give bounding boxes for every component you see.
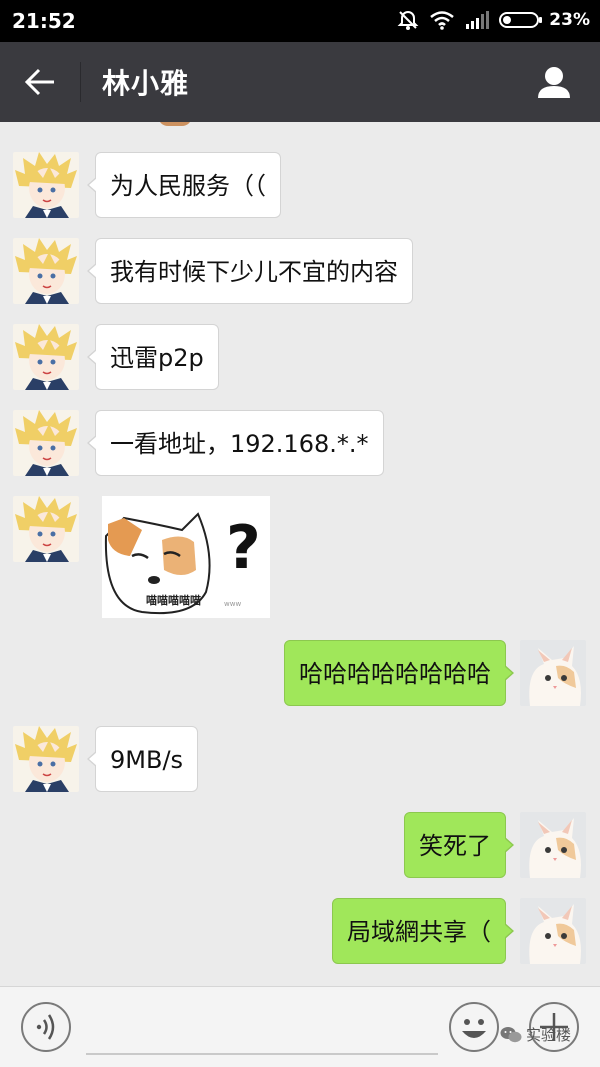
message-input[interactable] (86, 1053, 438, 1055)
svg-text:?: ? (226, 513, 261, 583)
message-text: 我有时候下少儿不宜的内容 (110, 258, 398, 286)
kitten-avatar-icon (520, 812, 586, 878)
svg-text:www: www (224, 600, 241, 608)
message-text: 笑死了 (419, 832, 491, 860)
message-text: 为人民服务（（ (110, 172, 266, 200)
my-avatar[interactable] (520, 812, 586, 878)
message-text: 迅雷p2p (110, 344, 204, 372)
message-list[interactable]: 为人民服务（（ 我有时候下少儿不宜的内容 迅雷p2p 一看地址，192.168.… (0, 122, 600, 986)
status-time: 21:52 (12, 9, 76, 33)
header-divider (80, 62, 81, 102)
anime-avatar-icon (13, 324, 79, 390)
contact-avatar[interactable] (13, 496, 79, 562)
anime-avatar-icon (13, 496, 79, 562)
anime-avatar-icon (13, 410, 79, 476)
wifi-icon (430, 11, 455, 30)
kitten-avatar-icon (520, 898, 586, 964)
message-bubble-outgoing[interactable]: 哈哈哈哈哈哈哈哈 (284, 640, 514, 706)
my-avatar[interactable] (520, 640, 586, 706)
contact-avatar[interactable] (13, 238, 79, 304)
my-avatar[interactable] (520, 898, 586, 964)
message-bubble-incoming[interactable]: 一看地址，192.168.*.* (87, 410, 384, 476)
sticker-caption: 喵喵喵喵喵 (146, 594, 201, 607)
message-bubble-incoming[interactable]: 9MB/s (86, 726, 199, 792)
message-text: 9MB/s (110, 746, 184, 774)
wechat-logo-icon (500, 1026, 522, 1042)
cut-off-sticker-fragment (158, 122, 192, 126)
message-bubble-incoming[interactable]: 为人民服务（（ (87, 152, 281, 218)
alarm-off-icon (397, 10, 419, 30)
chat-header: 林小雅 (0, 42, 600, 122)
kitten-avatar-icon (520, 640, 586, 706)
voice-input-icon[interactable] (20, 1001, 72, 1053)
battery-icon (499, 12, 543, 28)
message-text: 局域網共享（ (347, 918, 491, 946)
chat-title: 林小雅 (102, 67, 190, 100)
profile-icon[interactable] (536, 64, 572, 100)
emoji-icon[interactable] (448, 1001, 500, 1053)
anime-avatar-icon (13, 238, 79, 304)
message-bubble-incoming[interactable]: 我有时候下少儿不宜的内容 (87, 238, 413, 304)
sticker-message[interactable]: ? www 喵喵喵喵喵 (102, 496, 270, 618)
contact-avatar[interactable] (13, 152, 79, 218)
watermark-text: 实验楼 (526, 1026, 572, 1044)
watermark: 实验楼 (500, 1024, 571, 1045)
contact-avatar[interactable] (13, 726, 79, 792)
message-bubble-incoming[interactable]: 迅雷p2p (87, 324, 219, 390)
message-text: 哈哈哈哈哈哈哈哈 (299, 660, 491, 688)
message-bubble-outgoing[interactable]: 局域網共享（ (332, 898, 514, 964)
message-bubble-outgoing[interactable]: 笑死了 (404, 812, 514, 878)
contact-avatar[interactable] (13, 410, 79, 476)
contact-avatar[interactable] (13, 324, 79, 390)
anime-avatar-icon (13, 726, 79, 792)
back-arrow-icon[interactable] (22, 64, 58, 100)
signal-icon (466, 11, 490, 29)
battery-percent: 23% (549, 10, 590, 30)
status-bar: 21:52 23% (0, 0, 600, 42)
message-text: 一看地址，192.168.*.* (110, 430, 369, 458)
anime-avatar-icon (13, 152, 79, 218)
status-icons: 23% (397, 9, 590, 31)
